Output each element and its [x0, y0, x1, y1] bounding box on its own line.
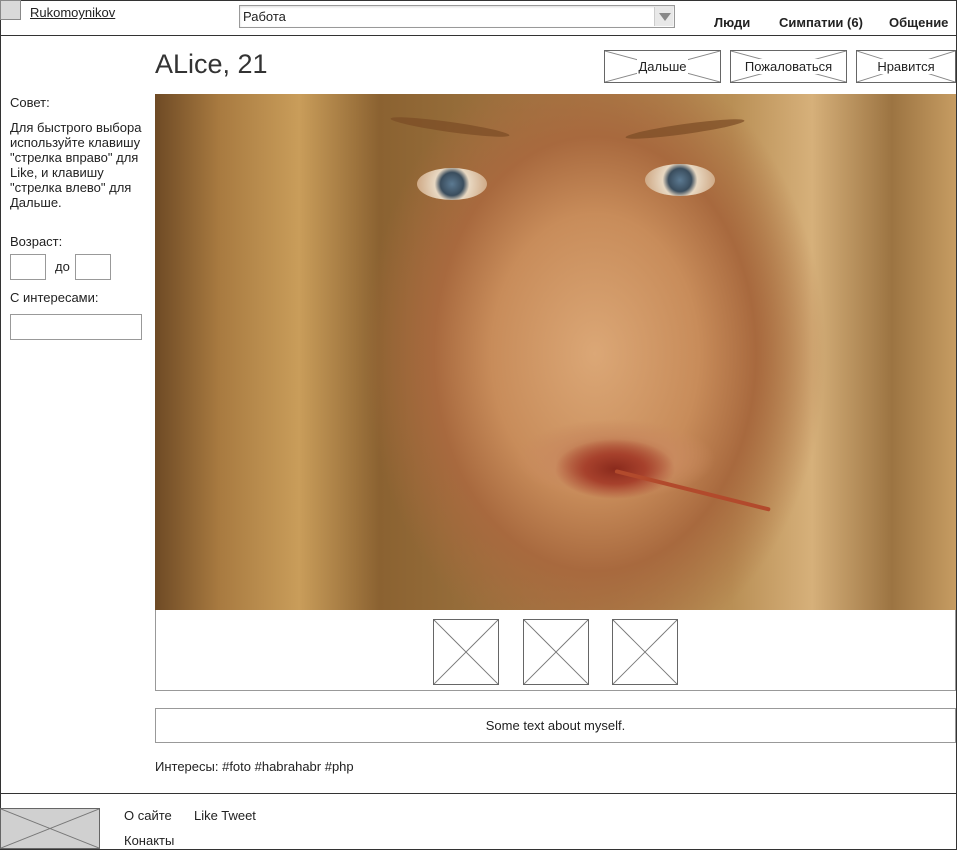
- footer-divider: [0, 793, 957, 794]
- thumbnail-strip: [155, 610, 956, 691]
- profile-photo[interactable]: [155, 94, 956, 610]
- footer-link-contacts[interactable]: Конакты: [124, 833, 174, 848]
- nav-people[interactable]: Люди: [714, 15, 750, 30]
- footer-logo: [0, 808, 100, 849]
- interests-filter-input[interactable]: [10, 314, 142, 340]
- tip-label: Совет:: [10, 95, 50, 110]
- chevron-down-icon[interactable]: [654, 7, 673, 26]
- thumbnail-3[interactable]: [612, 619, 678, 685]
- tip-body: Для быстрого выбора используйте клавишу …: [10, 120, 142, 210]
- image-placeholder-icon: [524, 620, 588, 684]
- photo-detail: [614, 469, 771, 512]
- next-button[interactable]: Дальше: [604, 50, 721, 83]
- like-button-label: Нравится: [876, 59, 936, 74]
- age-from-input[interactable]: [10, 254, 46, 280]
- footer-link-like-tweet[interactable]: Like Tweet: [194, 808, 256, 823]
- header-divider: [0, 35, 957, 36]
- age-to-label: до: [55, 259, 70, 274]
- photo-detail: [645, 164, 715, 196]
- photo-detail: [389, 113, 511, 141]
- category-select[interactable]: Работа: [239, 5, 675, 28]
- username-link[interactable]: Rukomoynikov: [30, 5, 115, 20]
- thumbnail-1[interactable]: [433, 619, 499, 685]
- image-placeholder-icon: [434, 620, 498, 684]
- interests-filter-label: С интересами:: [10, 290, 99, 305]
- age-label: Возраст:: [10, 234, 63, 249]
- image-placeholder-icon: [1, 809, 99, 848]
- report-button-label: Пожаловаться: [743, 59, 834, 74]
- about-text: Some text about myself.: [155, 708, 956, 743]
- nav-chat[interactable]: Общение: [889, 15, 948, 30]
- report-button[interactable]: Пожаловаться: [730, 50, 847, 83]
- footer-link-about[interactable]: О сайте: [124, 808, 172, 823]
- next-button-label: Дальше: [637, 59, 688, 74]
- avatar: [0, 0, 21, 20]
- image-placeholder-icon: [613, 620, 677, 684]
- thumbnail-2[interactable]: [523, 619, 589, 685]
- interests-text: Интересы: #foto #habrahabr #php: [155, 759, 354, 774]
- age-to-input[interactable]: [75, 254, 111, 280]
- photo-detail: [417, 168, 487, 200]
- like-button[interactable]: Нравится: [856, 50, 956, 83]
- category-select-value: Работа: [243, 9, 286, 24]
- photo-detail: [624, 115, 746, 143]
- profile-title: ALice, 21: [155, 49, 268, 79]
- nav-likes[interactable]: Симпатии (6): [779, 15, 863, 30]
